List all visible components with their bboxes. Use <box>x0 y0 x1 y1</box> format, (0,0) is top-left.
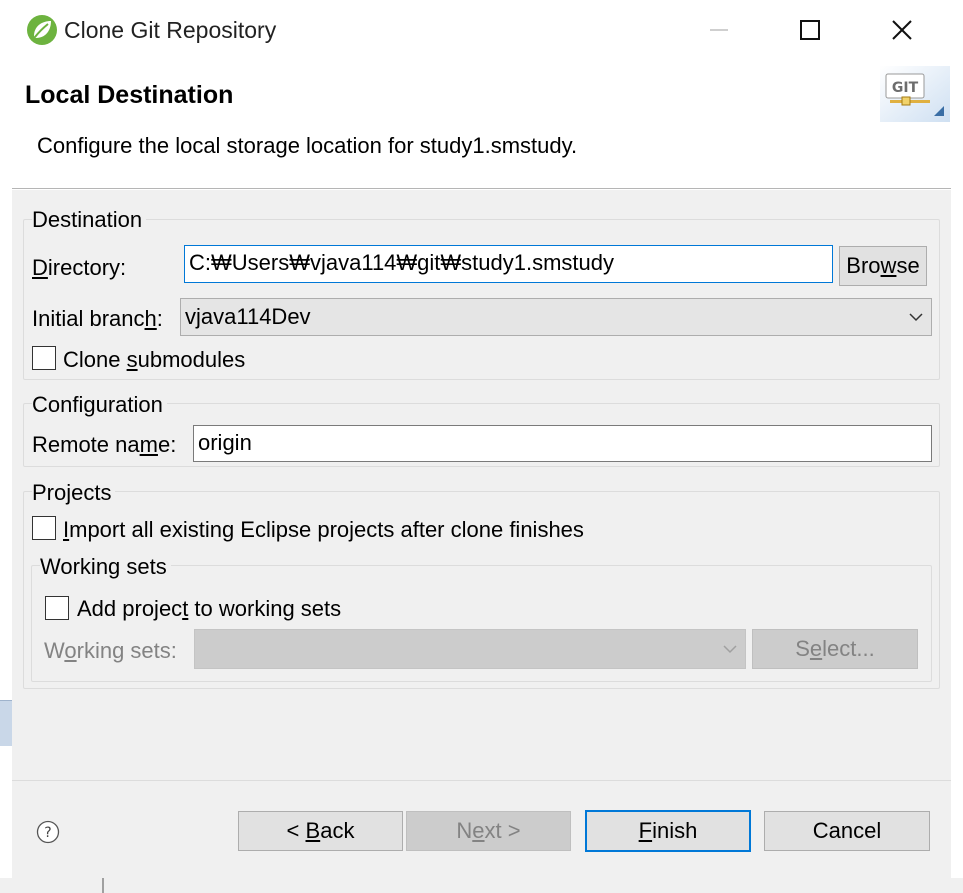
directory-input[interactable]: C:₩Users₩vjava114₩git₩study1.smstudy <box>184 245 833 283</box>
svg-text:GIT: GIT <box>892 80 919 96</box>
working-sets-select[interactable] <box>194 629 746 669</box>
git-banner-icon: GIT <box>880 66 950 122</box>
working-sets-legend: Working sets <box>40 554 171 580</box>
import-projects-label[interactable]: Import all existing Eclipse projects aft… <box>63 517 584 543</box>
svg-text:?: ? <box>44 825 51 841</box>
back-button[interactable]: < Back <box>238 811 403 851</box>
window-title: Clone Git Repository <box>64 17 277 43</box>
clone-submodules-label[interactable]: Clone submodules <box>63 347 245 373</box>
minimize-button[interactable] <box>697 12 741 48</box>
page-title: Local Destination <box>25 81 234 109</box>
background-status-strip <box>0 878 963 893</box>
initial-branch-value: vjava114Dev <box>185 304 311 329</box>
cancel-button[interactable]: Cancel <box>764 811 930 851</box>
projects-legend: Projects <box>32 480 116 506</box>
maximize-icon <box>800 20 820 40</box>
spring-leaf-icon <box>26 14 58 46</box>
remote-name-label: Remote name: <box>32 432 177 457</box>
select-working-sets-button[interactable]: Select... <box>752 629 918 669</box>
background-editor-strip <box>0 700 12 746</box>
working-sets-label: Working sets: <box>44 638 177 663</box>
finish-button[interactable]: Finish <box>585 810 751 852</box>
close-button[interactable] <box>880 12 924 48</box>
chevron-down-icon <box>723 630 737 668</box>
configuration-legend: Configuration <box>32 392 167 418</box>
clone-submodules-checkbox[interactable] <box>32 346 56 370</box>
browse-button[interactable]: Browse <box>839 246 927 286</box>
add-to-working-sets-label[interactable]: Add project to working sets <box>77 596 341 622</box>
next-button[interactable]: Next > <box>406 811 571 851</box>
initial-branch-select[interactable]: vjava114Dev <box>180 298 932 336</box>
directory-label: Directory: <box>32 255 127 280</box>
maximize-button[interactable] <box>788 12 832 48</box>
add-to-working-sets-checkbox[interactable] <box>45 596 69 620</box>
help-icon[interactable]: ? <box>36 820 60 844</box>
close-icon <box>892 20 912 40</box>
chevron-down-icon <box>909 299 923 335</box>
page-description: Configure the local storage location for… <box>37 133 578 158</box>
remote-name-input[interactable]: origin <box>193 425 932 462</box>
initial-branch-label: Initial branch: <box>32 306 163 331</box>
destination-legend: Destination <box>32 207 147 233</box>
import-projects-checkbox[interactable] <box>32 516 56 540</box>
minimize-icon <box>710 29 728 31</box>
